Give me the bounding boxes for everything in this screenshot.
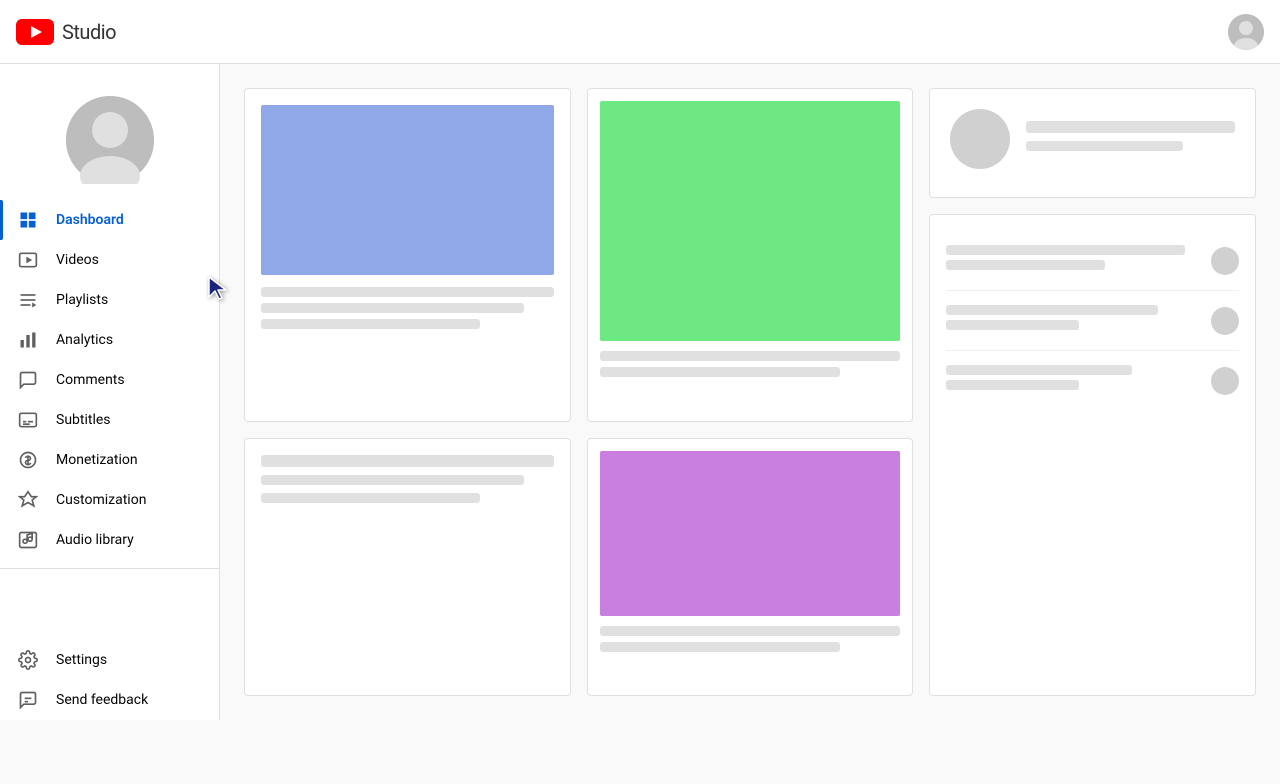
sidebar-label-subtitles: Subtitles (56, 412, 111, 428)
channel-info-row (950, 109, 1235, 169)
list-item-2[interactable] (946, 291, 1239, 351)
sidebar-label-videos: Videos (56, 252, 99, 268)
li3-s2 (946, 380, 1078, 390)
playlists-icon (16, 288, 40, 312)
channel-text (1026, 121, 1235, 157)
card-2-skeleton-1 (600, 351, 901, 361)
sidebar-label-audio-library: Audio library (56, 532, 134, 548)
videos-icon (16, 248, 40, 272)
sidebar-label-comments: Comments (56, 372, 125, 388)
monetization-icon (16, 448, 40, 472)
youtube-logo-icon (16, 19, 54, 45)
channel-avatar-section (0, 72, 219, 200)
card-2-skeleton-2 (600, 367, 841, 377)
list-item-2-text (946, 305, 1211, 336)
li1-s1 (946, 245, 1184, 255)
sidebar-item-monetization[interactable]: Monetization (0, 440, 219, 480)
sidebar-item-customization[interactable]: Customization (0, 480, 219, 520)
list-item-3-text (946, 365, 1211, 396)
card-4[interactable] (587, 438, 914, 697)
channel-avatar[interactable] (66, 96, 154, 184)
card-3[interactable] (244, 438, 571, 697)
sidebar-item-send-feedback[interactable]: Send feedback (0, 680, 219, 720)
header-user-avatar[interactable] (1228, 14, 1264, 50)
sidebar-label-customization: Customization (56, 492, 146, 508)
list-item-1-text (946, 245, 1211, 276)
channel-thumb (950, 109, 1010, 169)
li2-s2 (946, 320, 1078, 330)
card-3-s1 (261, 455, 554, 467)
channel-avatar-icon (66, 96, 154, 184)
main-content (220, 64, 1280, 720)
sidebar-label-analytics: Analytics (56, 332, 113, 348)
card-1[interactable] (244, 88, 571, 422)
customization-icon (16, 488, 40, 512)
card-3-s3 (261, 493, 480, 503)
user-avatar-icon (1228, 14, 1264, 50)
subtitles-icon (16, 408, 40, 432)
channel-sub-skeleton (1026, 141, 1182, 151)
card-2[interactable] (587, 88, 914, 422)
analytics-icon (16, 328, 40, 352)
sidebar-item-videos[interactable]: Videos (0, 240, 219, 280)
sidebar-label-settings: Settings (56, 652, 107, 668)
channel-name-skeleton (1026, 121, 1235, 133)
sidebar-label-send-feedback: Send feedback (56, 692, 148, 708)
sidebar: Dashboard Videos Playlists Analytics Com… (0, 64, 220, 720)
card-2-thumbnail (600, 101, 901, 341)
sidebar-item-comments[interactable]: Comments (0, 360, 219, 400)
sidebar-item-settings[interactable]: Settings (0, 640, 219, 680)
sidebar-item-analytics[interactable]: Analytics (0, 320, 219, 360)
header-title: Studio (62, 20, 116, 44)
card-1-skeleton-1 (261, 287, 554, 297)
settings-icon (16, 648, 40, 672)
card-1-skeleton-3 (261, 319, 480, 329)
header: Studio (0, 0, 1280, 64)
sidebar-label-monetization: Monetization (56, 452, 138, 468)
card-4-thumbnail (600, 451, 901, 616)
sidebar-item-audio-library[interactable]: Audio library (0, 520, 219, 560)
card-4-s1 (600, 626, 901, 636)
list-item-2-action[interactable] (1211, 307, 1239, 335)
list-item-1[interactable] (946, 231, 1239, 291)
sidebar-label-playlists: Playlists (56, 292, 108, 308)
header-logo[interactable]: Studio (16, 19, 116, 45)
feedback-icon (16, 688, 40, 712)
sidebar-label-dashboard: Dashboard (56, 212, 124, 228)
card-1-skeleton-2 (261, 303, 524, 313)
comments-icon (16, 368, 40, 392)
list-card (929, 214, 1256, 696)
li2-s1 (946, 305, 1158, 315)
card-4-s2 (600, 642, 841, 652)
sidebar-item-dashboard[interactable]: Dashboard (0, 200, 219, 240)
audio-library-icon (16, 528, 40, 552)
card-3-s2 (261, 475, 524, 485)
nav-divider (0, 568, 219, 576)
li1-s2 (946, 260, 1105, 270)
right-column (929, 88, 1256, 696)
list-item-3-action[interactable] (1211, 367, 1239, 395)
card-1-thumbnail (261, 105, 554, 275)
list-item-1-action[interactable] (1211, 247, 1239, 275)
channel-info-card (929, 88, 1256, 198)
li3-s1 (946, 365, 1131, 375)
sidebar-item-subtitles[interactable]: Subtitles (0, 400, 219, 440)
sidebar-item-playlists[interactable]: Playlists (0, 280, 219, 320)
list-item-3[interactable] (946, 351, 1239, 410)
dashboard-icon (16, 208, 40, 232)
